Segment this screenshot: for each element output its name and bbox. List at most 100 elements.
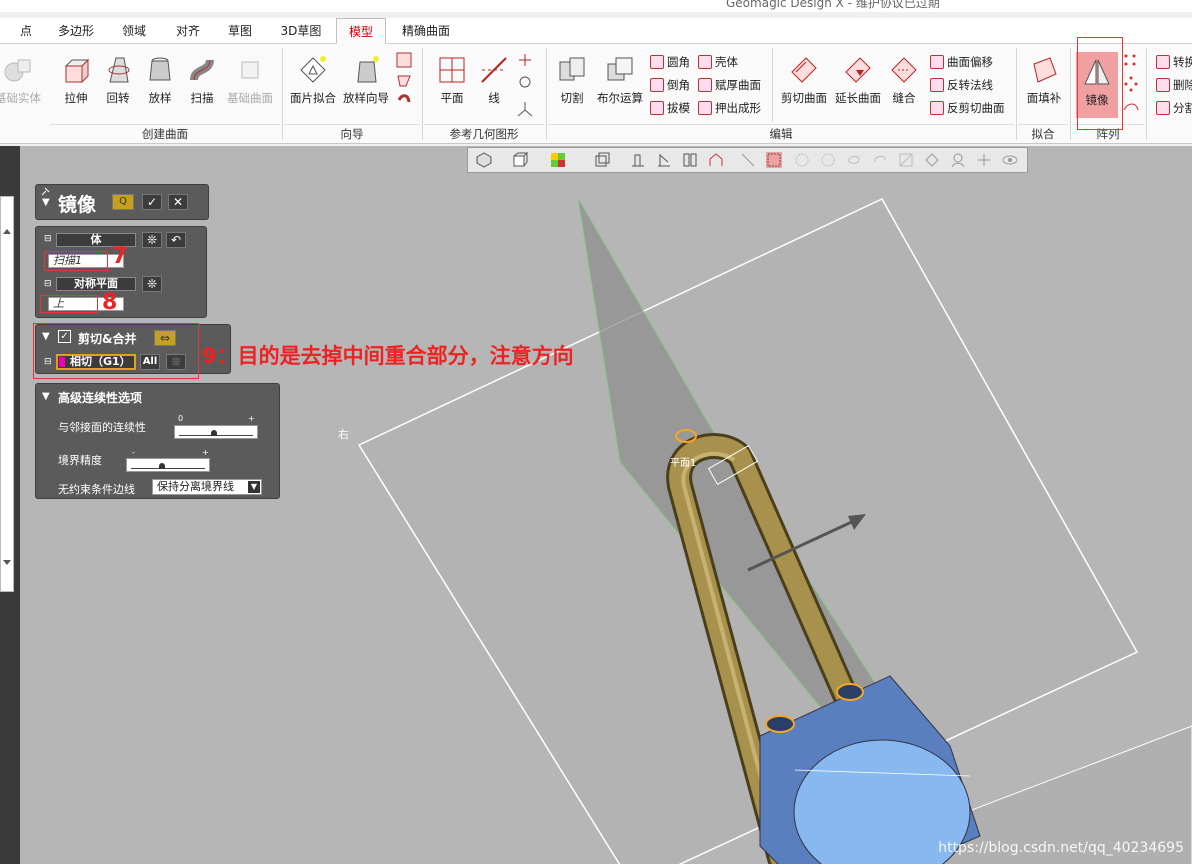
hexagon-view-icon[interactable] <box>476 152 492 168</box>
slider1-max: + <box>248 414 255 423</box>
loft-wizard-button[interactable]: 放样向导 <box>340 54 392 106</box>
wireframe-icon[interactable] <box>594 152 610 168</box>
draft-button[interactable]: 拔模 <box>650 98 690 118</box>
base-surface-icon <box>241 61 259 79</box>
surface-offset-button[interactable]: 曲面偏移 <box>930 52 993 72</box>
extend-surface-button[interactable]: 延长曲面 <box>832 54 884 106</box>
extrude-label: 拉伸 <box>64 91 88 105</box>
emboss-button[interactable]: 押出成形 <box>698 98 761 118</box>
fillet-label: 圆角 <box>667 55 690 69</box>
base-solid-icon <box>4 59 31 82</box>
tab-exact-surface[interactable]: 精确曲面 <box>394 18 458 44</box>
group-fit: 拟合 <box>1018 124 1068 142</box>
tab-point[interactable]: 点 <box>8 18 44 44</box>
cut-label: 切割 <box>560 91 584 105</box>
left-panel-scroll[interactable] <box>0 196 14 592</box>
trim-surface-button[interactable]: 剪切曲面 <box>778 54 830 106</box>
view-front-icon[interactable] <box>630 152 646 168</box>
fill-face-icon <box>1033 57 1057 83</box>
untrim-surface-button[interactable]: 反剪切曲面 <box>930 98 1005 118</box>
select-line-icon[interactable] <box>740 152 756 168</box>
wizard-small-icons[interactable] <box>396 52 412 112</box>
draft-icon <box>650 101 664 115</box>
chamfer-button[interactable]: 倒角 <box>650 75 690 95</box>
cut-button[interactable]: 切割 <box>554 54 590 106</box>
stitch-label: 缝合 <box>892 91 916 105</box>
slider2-thumb[interactable] <box>159 463 165 469</box>
boolean-button[interactable]: 布尔运算 <box>594 54 646 106</box>
extrude-button[interactable]: 拉伸 <box>58 54 94 106</box>
fillet-button[interactable]: 圆角 <box>650 52 690 72</box>
body-options-button[interactable]: ❊ <box>142 232 162 248</box>
refgeo-small-icons[interactable] <box>516 52 534 118</box>
revolve-button[interactable]: 回转 <box>100 54 136 106</box>
separator <box>282 48 283 140</box>
collapse-arrow-icon[interactable]: ▼ <box>42 391 50 402</box>
boundary-precision-slider[interactable] <box>126 458 210 472</box>
collapse-arrow-icon[interactable]: ▼ <box>42 197 50 208</box>
select-move-icon[interactable] <box>976 152 992 168</box>
select-paint-icon[interactable] <box>898 152 914 168</box>
pin-icon[interactable] <box>40 187 50 197</box>
fill-face-button[interactable]: 面填补 <box>1022 54 1066 106</box>
thicken-label: 赋厚曲面 <box>715 78 761 92</box>
plane-label: 平面 <box>440 91 464 105</box>
select-rect-icon[interactable] <box>766 152 782 168</box>
unconstrained-edge-select[interactable]: 保持分离境界线 ▼ <box>152 479 262 495</box>
chevron-down-icon[interactable]: ▼ <box>248 481 260 493</box>
select-flood-icon[interactable] <box>924 152 940 168</box>
sweep-button[interactable]: 扫描 <box>184 54 220 106</box>
annotation-7: 7 <box>112 244 128 269</box>
select-brush-icon[interactable] <box>872 152 888 168</box>
group-create-surface: 创建曲面 <box>50 124 280 142</box>
render-mode-icon[interactable] <box>550 152 566 168</box>
chamfer-icon <box>650 78 664 92</box>
line-label: 线 <box>488 91 500 105</box>
mesh-fit-button[interactable]: 面片拟合 <box>288 54 338 106</box>
stitch-button[interactable]: 缝合 <box>886 54 922 106</box>
loft-button[interactable]: 放样 <box>142 54 178 106</box>
select-circle-icon[interactable] <box>794 152 810 168</box>
plane-button[interactable]: 平面 <box>432 54 472 106</box>
convert-button[interactable]: 转换 <box>1156 52 1192 72</box>
line-button[interactable]: 线 <box>474 54 514 106</box>
delete-button[interactable]: 删除 <box>1156 75 1192 95</box>
slider1-thumb[interactable] <box>211 430 217 436</box>
collapse-icon[interactable]: ⊟ <box>44 279 52 289</box>
scroll-up-icon[interactable] <box>2 227 12 235</box>
select-lasso-icon[interactable] <box>846 152 862 168</box>
split-button[interactable]: 分割 <box>1156 98 1192 118</box>
view-split-icon[interactable] <box>682 152 698 168</box>
mesh-fit-label: 面片拟合 <box>290 91 336 105</box>
sym-plane-options-button[interactable]: ❊ <box>142 276 162 292</box>
cube-view-icon[interactable] <box>512 152 528 168</box>
view-section-icon[interactable] <box>656 152 672 168</box>
scroll-down-icon[interactable] <box>2 559 12 567</box>
select-person-icon[interactable] <box>950 152 966 168</box>
tab-3d-sketch[interactable]: 3D草图 <box>272 18 330 44</box>
emboss-label: 押出成形 <box>715 101 761 115</box>
reverse-normal-button[interactable]: 反转法线 <box>930 75 993 95</box>
cancel-button[interactable]: ✕ <box>168 194 188 210</box>
collapse-icon[interactable]: ⊟ <box>44 234 52 244</box>
pattern-small-icons[interactable] <box>1122 52 1140 118</box>
title-bar: Geomagic Design X - 维护协议已过期 <box>0 0 1192 12</box>
base-surface-button[interactable]: 基础曲面 <box>222 54 278 106</box>
preview-button[interactable]: Q <box>112 194 134 210</box>
tab-polygon[interactable]: 多边形 <box>50 18 102 44</box>
sym-plane-header[interactable]: 对称平面 <box>56 277 136 291</box>
base-solid-button[interactable]: 基础实体 <box>0 54 44 106</box>
tab-sketch[interactable]: 草图 <box>218 18 262 44</box>
thicken-button[interactable]: 赋厚曲面 <box>698 75 761 95</box>
view-home-icon[interactable] <box>708 152 724 168</box>
tab-align[interactable]: 对齐 <box>166 18 210 44</box>
tab-model[interactable]: 模型 <box>336 18 386 44</box>
select-circle2-icon[interactable] <box>820 152 836 168</box>
visibility-icon[interactable] <box>1002 152 1018 168</box>
separator <box>772 48 773 122</box>
tab-region[interactable]: 领域 <box>112 18 156 44</box>
confirm-button[interactable]: ✓ <box>142 194 162 210</box>
undo-button[interactable]: ↶ <box>166 232 186 248</box>
shell-button[interactable]: 壳体 <box>698 52 738 72</box>
adjacent-continuity-slider[interactable] <box>174 425 258 439</box>
